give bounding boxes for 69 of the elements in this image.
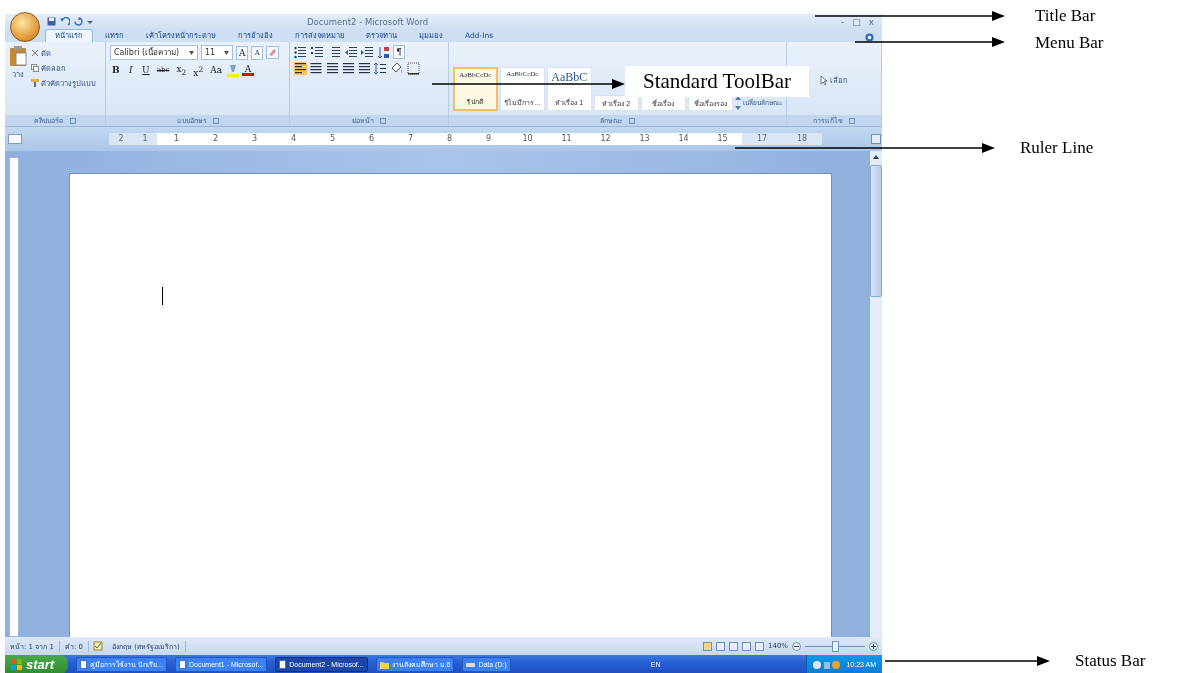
drive-icon bbox=[466, 661, 476, 668]
distributed-icon[interactable] bbox=[358, 62, 372, 75]
align-right-icon[interactable] bbox=[326, 62, 340, 75]
font-size-field[interactable]: 11 bbox=[200, 45, 233, 60]
align-left-icon[interactable] bbox=[294, 62, 308, 75]
ruler-toggle-icon[interactable] bbox=[871, 134, 881, 144]
align-center-icon[interactable] bbox=[310, 62, 324, 75]
folder-icon bbox=[379, 660, 389, 669]
italic-button[interactable]: I bbox=[124, 63, 137, 77]
font-name-field[interactable]: Calibri (เนื้อความ) bbox=[109, 45, 198, 60]
dropdown-icon bbox=[223, 50, 229, 55]
restore-button[interactable]: □ bbox=[852, 16, 861, 27]
callout-label: Standard ToolBar bbox=[625, 66, 810, 97]
shading-icon[interactable] bbox=[390, 62, 405, 75]
dropdown-icon bbox=[188, 50, 194, 55]
proofing-icon bbox=[93, 641, 103, 651]
text-cursor bbox=[162, 287, 163, 305]
redo-icon[interactable] bbox=[74, 17, 83, 26]
start-button[interactable]: start bbox=[5, 655, 69, 673]
format-painter-icon bbox=[31, 79, 39, 87]
show-formatting-button[interactable]: ¶ bbox=[393, 45, 406, 59]
callout-label: Menu Bar bbox=[1035, 33, 1104, 53]
sort-icon[interactable] bbox=[377, 45, 391, 59]
vertical-scrollbar[interactable] bbox=[870, 151, 882, 637]
callout-label: Ruler Line bbox=[1020, 138, 1094, 158]
tray-icons-drawing[interactable] bbox=[813, 659, 842, 670]
zoom-in-icon[interactable] bbox=[869, 641, 878, 651]
increase-indent-icon[interactable] bbox=[361, 45, 375, 59]
close-button[interactable]: x bbox=[868, 16, 874, 27]
font-color-button[interactable]: A bbox=[242, 64, 255, 76]
callout-label: Status Bar bbox=[1075, 651, 1146, 671]
outline-icon[interactable] bbox=[742, 641, 751, 651]
highlighter-icon[interactable] bbox=[227, 63, 240, 77]
scissors-icon bbox=[31, 49, 39, 57]
web-layout-icon[interactable] bbox=[729, 641, 738, 651]
undo-icon[interactable] bbox=[60, 17, 70, 26]
windows-flag-icon bbox=[11, 659, 22, 670]
justify-icon[interactable] bbox=[342, 62, 356, 75]
subscript-button[interactable]: x$_{2}$ bbox=[174, 63, 189, 77]
clear-formatting-icon[interactable] bbox=[266, 46, 280, 59]
zoom-out-icon[interactable] bbox=[792, 641, 801, 651]
borders-icon[interactable] bbox=[407, 62, 421, 75]
draft-icon[interactable] bbox=[755, 641, 764, 651]
line-spacing-icon[interactable] bbox=[374, 62, 388, 75]
callout-label: Title Bar bbox=[1035, 6, 1096, 26]
superscript-button[interactable]: x$^{2}$ bbox=[191, 63, 206, 77]
underline-button[interactable]: U bbox=[139, 63, 152, 77]
horizontal-ruler: 2 1 1 2 3 4 5 6 7 8 9 10 11 12 13 14 15 17 18 bbox=[109, 133, 822, 145]
document-icon bbox=[80, 660, 88, 669]
minimize-button[interactable]: - bbox=[840, 16, 845, 27]
bold-button[interactable]: B bbox=[109, 63, 122, 77]
zoom-slider-thumb[interactable] bbox=[832, 640, 839, 652]
tab-selector-button[interactable] bbox=[8, 134, 22, 144]
decrease-indent-icon[interactable] bbox=[345, 45, 359, 59]
numbering-icon[interactable] bbox=[311, 45, 326, 59]
clipboard-icon bbox=[9, 45, 27, 67]
copy-icon bbox=[31, 64, 39, 72]
scroll-up-icon bbox=[871, 153, 881, 161]
cursor-icon bbox=[819, 75, 828, 85]
document-icon bbox=[279, 660, 287, 669]
change-case-button[interactable]: Aa bbox=[208, 63, 225, 77]
reading-layout-icon[interactable] bbox=[716, 641, 725, 651]
dropdown-icon[interactable] bbox=[87, 18, 93, 25]
bullets-icon[interactable] bbox=[294, 45, 309, 59]
window-title: Document2 - Microsoft Word bbox=[307, 16, 430, 27]
save-icon[interactable] bbox=[47, 17, 56, 26]
grow-font-button[interactable]: A bbox=[235, 45, 249, 60]
print-layout-icon[interactable] bbox=[703, 641, 712, 651]
document-icon bbox=[178, 660, 186, 669]
